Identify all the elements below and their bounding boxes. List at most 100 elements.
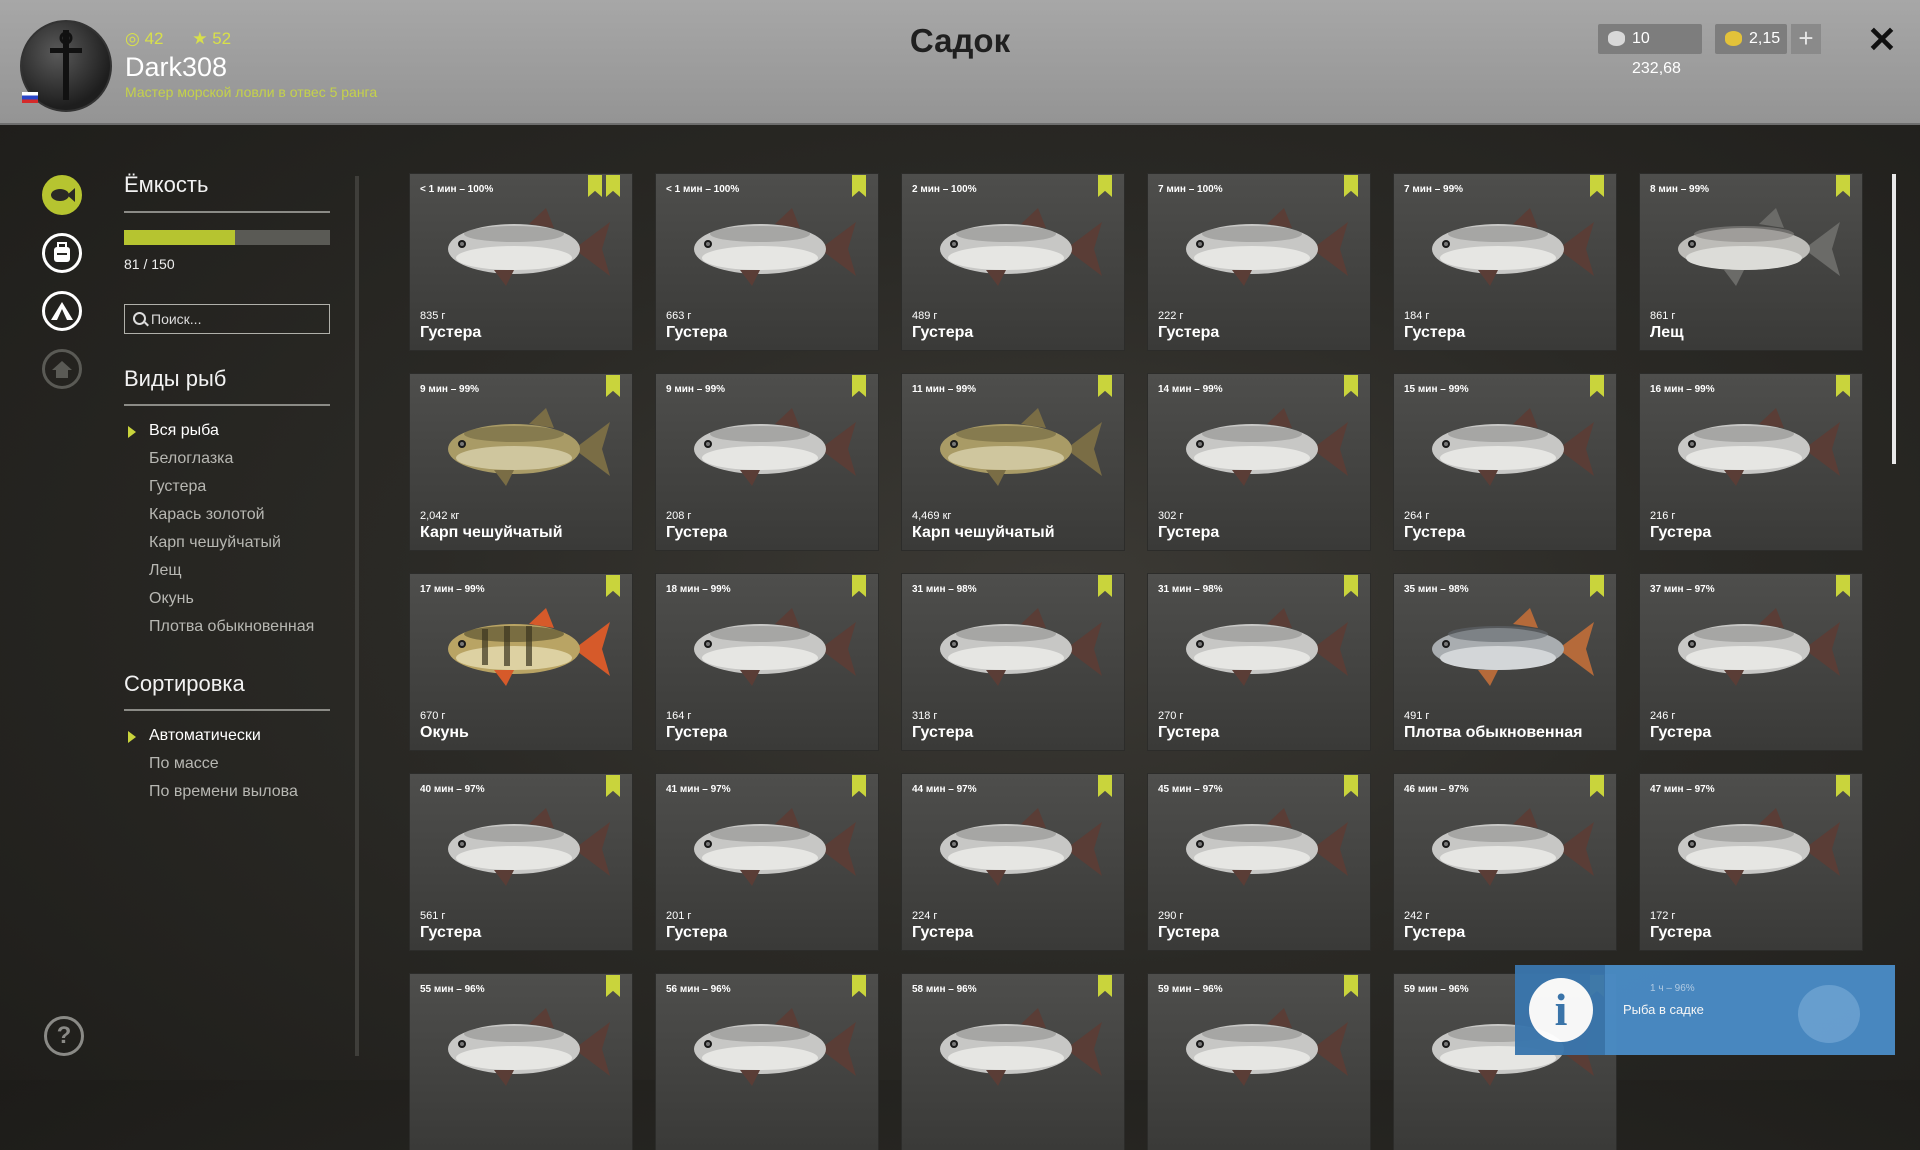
fish-weight: 835 г xyxy=(420,310,446,322)
bookmark-icon[interactable] xyxy=(1344,975,1358,997)
bookmark-icon[interactable] xyxy=(1344,175,1358,197)
fish-type-item[interactable]: Белоглазка xyxy=(149,450,233,468)
fish-card[interactable]: 7 мин – 100% 222 г Густера xyxy=(1148,174,1370,350)
fish-type-item[interactable]: Вся рыба xyxy=(149,422,219,440)
home-icon[interactable] xyxy=(42,349,82,389)
fish-weight: 208 г xyxy=(666,510,692,522)
fish-type-item[interactable]: Лещ xyxy=(149,562,182,580)
bookmark-icon[interactable] xyxy=(1836,175,1850,197)
fish-name: Густера xyxy=(420,324,482,341)
bookmark-icon[interactable] xyxy=(606,175,620,197)
favorite-star-icon[interactable] xyxy=(588,175,602,197)
keepnet-fish-icon[interactable] xyxy=(42,175,82,215)
backpack-icon[interactable] xyxy=(42,233,82,273)
bookmark-icon[interactable] xyxy=(1098,375,1112,397)
fish-type-item[interactable]: Густера xyxy=(149,478,206,496)
bookmark-icon[interactable] xyxy=(1590,775,1604,797)
bookmark-icon[interactable] xyxy=(1344,775,1358,797)
fish-card[interactable]: < 1 мин – 100% 835 г Густера xyxy=(410,174,632,350)
bookmark-icon[interactable] xyxy=(852,375,866,397)
fish-name: Густера xyxy=(912,924,974,941)
bookmark-icon[interactable] xyxy=(606,975,620,997)
fish-card[interactable]: 11 мин – 99% 4,469 кг Карп чешуйчатый xyxy=(902,374,1124,550)
add-currency-button[interactable]: + xyxy=(1791,24,1821,54)
fish-card[interactable]: 41 мин – 97% 201 г Густера xyxy=(656,774,878,950)
fish-card[interactable]: 8 мин – 99% 861 г Лещ xyxy=(1640,174,1862,350)
sorting-title: Сортировка xyxy=(124,671,245,696)
bookmark-icon[interactable] xyxy=(1098,175,1112,197)
bookmark-icon[interactable] xyxy=(852,175,866,197)
sort-option-item[interactable]: По времени вылова xyxy=(149,783,298,801)
fish-card[interactable]: 9 мин – 99% 208 г Густера xyxy=(656,374,878,550)
fish-name: Густера xyxy=(1650,924,1712,941)
fish-card[interactable]: 40 мин – 97% 561 г Густера xyxy=(410,774,632,950)
fish-card[interactable]: 44 мин – 97% 224 г Густера xyxy=(902,774,1124,950)
catch-time: 55 мин – 96% xyxy=(420,984,485,995)
fish-card[interactable]: 7 мин – 99% 184 г Густера xyxy=(1394,174,1616,350)
catch-time: < 1 мин – 100% xyxy=(420,184,494,195)
sort-option-item[interactable]: По массе xyxy=(149,755,219,773)
close-button[interactable]: ✕ xyxy=(1864,20,1900,60)
bookmark-icon[interactable] xyxy=(606,375,620,397)
camp-icon[interactable] xyxy=(42,291,82,331)
fish-card[interactable]: 47 мин – 97% 172 г Густера xyxy=(1640,774,1862,950)
fish-card[interactable]: 31 мин – 98% 270 г Густера xyxy=(1148,574,1370,750)
bookmark-icon[interactable] xyxy=(606,775,620,797)
catch-time: 7 мин – 99% xyxy=(1404,184,1464,195)
bookmark-icon[interactable] xyxy=(606,575,620,597)
bookmark-icon[interactable] xyxy=(1098,975,1112,997)
fish-weight: 318 г xyxy=(912,710,938,722)
fish-type-item[interactable]: Окунь xyxy=(149,590,194,608)
grid-scrollbar[interactable] xyxy=(1892,174,1896,464)
bookmark-icon[interactable] xyxy=(852,775,866,797)
bookmark-icon[interactable] xyxy=(1836,575,1850,597)
fish-card[interactable]: 56 мин – 96% xyxy=(656,974,878,1150)
fish-type-item[interactable]: Плотва обыкновенная xyxy=(149,618,314,636)
bookmark-icon[interactable] xyxy=(1836,375,1850,397)
toast-icon-box: i xyxy=(1515,965,1605,1055)
fish-card[interactable]: 15 мин – 99% 264 г Густера xyxy=(1394,374,1616,550)
bookmark-icon[interactable] xyxy=(1098,575,1112,597)
fish-card[interactable]: 58 мин – 96% xyxy=(902,974,1124,1150)
fish-card[interactable]: 59 мин – 96% xyxy=(1148,974,1370,1150)
fish-type-item[interactable]: Карась золотой xyxy=(149,506,265,524)
fish-card[interactable]: 31 мин – 98% 318 г Густера xyxy=(902,574,1124,750)
bookmark-icon[interactable] xyxy=(1590,375,1604,397)
fish-card[interactable]: 16 мин – 99% 216 г Густера xyxy=(1640,374,1862,550)
bookmark-icon[interactable] xyxy=(852,575,866,597)
capacity-bar xyxy=(124,230,330,245)
fish-card[interactable]: 55 мин – 96% xyxy=(410,974,632,1150)
catch-time: 31 мин – 98% xyxy=(912,584,977,595)
bookmark-icon[interactable] xyxy=(1344,375,1358,397)
fish-card[interactable]: 46 мин – 97% 242 г Густера xyxy=(1394,774,1616,950)
bookmark-icon[interactable] xyxy=(1836,775,1850,797)
divider xyxy=(124,211,330,213)
fish-weight: 561 г xyxy=(420,910,446,922)
info-icon: i xyxy=(1529,978,1593,1042)
fish-card[interactable]: 18 мин – 99% 164 г Густера xyxy=(656,574,878,750)
help-button[interactable]: ? xyxy=(44,1016,84,1056)
fish-card[interactable]: 17 мин – 99% 670 г Окунь xyxy=(410,574,632,750)
bookmark-icon[interactable] xyxy=(1344,575,1358,597)
fish-weight: 224 г xyxy=(912,910,938,922)
sort-option-item[interactable]: Автоматически xyxy=(149,727,261,745)
fish-weight: 663 г xyxy=(666,310,692,322)
bookmark-icon[interactable] xyxy=(852,975,866,997)
fish-card[interactable]: 37 мин – 97% 246 г Густера xyxy=(1640,574,1862,750)
bookmark-icon[interactable] xyxy=(1098,775,1112,797)
catch-time: 46 мин – 97% xyxy=(1404,784,1469,795)
notification-toast[interactable]: i 1 ч – 96% Рыба в садке xyxy=(1515,965,1895,1055)
bookmark-icon[interactable] xyxy=(1590,175,1604,197)
fish-card[interactable]: 9 мин – 99% 2,042 кг Карп чешуйчатый xyxy=(410,374,632,550)
fish-weight: 489 г xyxy=(912,310,938,322)
fish-type-item[interactable]: Карп чешуйчатый xyxy=(149,534,281,552)
fish-card[interactable]: 35 мин – 98% 491 г Плотва обыкновенная xyxy=(1394,574,1616,750)
search-input[interactable]: Поиск... xyxy=(124,304,330,334)
catch-time: 18 мин – 99% xyxy=(666,584,731,595)
fish-card[interactable]: < 1 мин – 100% 663 г Густера xyxy=(656,174,878,350)
fish-card[interactable]: 14 мин – 99% 302 г Густера xyxy=(1148,374,1370,550)
bookmark-icon[interactable] xyxy=(1590,575,1604,597)
fish-card[interactable]: 45 мин – 97% 290 г Густера xyxy=(1148,774,1370,950)
toast-subtitle: 1 ч – 96% xyxy=(1650,983,1695,994)
fish-card[interactable]: 2 мин – 100% 489 г Густера xyxy=(902,174,1124,350)
